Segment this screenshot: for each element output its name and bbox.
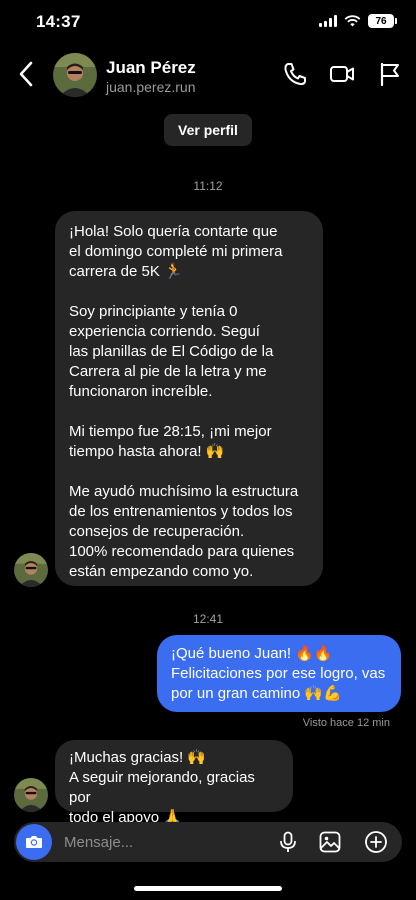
camera-button[interactable] bbox=[16, 824, 52, 860]
phone-icon[interactable] bbox=[281, 60, 309, 88]
gallery-icon[interactable] bbox=[318, 830, 342, 854]
contact-handle: juan.perez.run bbox=[106, 79, 196, 95]
contact-name: Juan Pérez bbox=[106, 58, 196, 77]
timestamp: 11:12 bbox=[193, 179, 223, 193]
timestamp: 12:41 bbox=[192, 612, 224, 626]
add-icon[interactable] bbox=[364, 830, 388, 854]
seen-status: Visto hace 12 min bbox=[302, 717, 390, 729]
chat-header: Juan Pérez juan.perez.run bbox=[0, 44, 416, 106]
avatar bbox=[14, 778, 48, 812]
incoming-message-bubble: ¡Muchas gracias! 🙌 A seguir mejorando, g… bbox=[55, 740, 293, 826]
status-bar: 14:37 76 bbox=[0, 0, 416, 44]
status-icons: 76 bbox=[319, 14, 397, 28]
status-time: 14:37 bbox=[36, 12, 81, 31]
avatar bbox=[14, 553, 48, 587]
incoming-message-bubble: ¡Hola! Solo quería contarte que el domin… bbox=[55, 211, 323, 586]
message-input[interactable] bbox=[64, 822, 264, 862]
camera-icon bbox=[26, 836, 42, 848]
home-indicator bbox=[134, 886, 282, 891]
microphone-icon[interactable] bbox=[276, 830, 300, 854]
message-composer bbox=[14, 822, 402, 862]
avatar[interactable] bbox=[53, 53, 97, 97]
battery-icon: 76 bbox=[368, 14, 397, 28]
outgoing-message-bubble: ¡Qué bueno Juan! 🔥🔥 Felicitaciones por e… bbox=[157, 635, 401, 712]
view-profile-button[interactable]: Ver perfil bbox=[164, 114, 252, 146]
back-arrow-icon[interactable] bbox=[14, 58, 38, 90]
wifi-icon bbox=[344, 15, 361, 27]
video-call-icon[interactable] bbox=[328, 60, 356, 88]
battery-level: 76 bbox=[375, 15, 387, 27]
flag-icon[interactable] bbox=[376, 60, 404, 88]
signal-icon bbox=[319, 15, 337, 27]
